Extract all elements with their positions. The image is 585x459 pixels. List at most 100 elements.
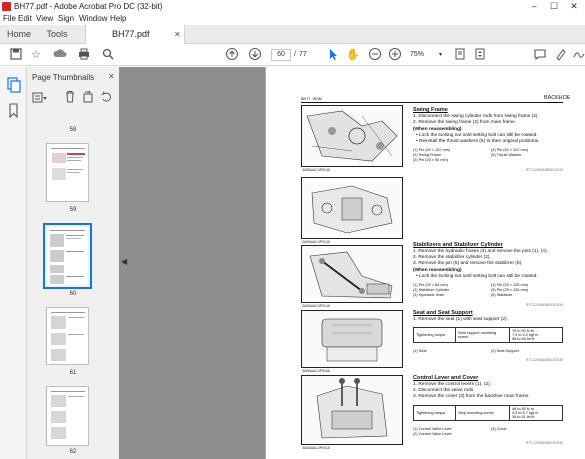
hand-tool-icon[interactable]: ✋ xyxy=(345,47,361,63)
menu-window[interactable]: Window xyxy=(79,13,107,24)
acrobat-app-icon xyxy=(2,2,11,11)
page-up-icon[interactable] xyxy=(224,47,240,63)
highlight-pen-icon[interactable] xyxy=(553,47,569,63)
delete-page-icon[interactable] xyxy=(64,90,76,103)
figure-seat xyxy=(301,310,403,368)
comment-icon[interactable] xyxy=(532,47,548,63)
tab-document[interactable]: BH77.pdf ✕ xyxy=(85,25,185,44)
figure-code-1: 3UBAAAC4P013A xyxy=(302,168,330,172)
control-step-1: 1. Remove the control levers (1), (2). xyxy=(413,382,492,387)
page-thumbnail-59[interactable] xyxy=(46,143,89,202)
thumbnails-panel: Page Thumbnails ✕ 58 59 60 61 62 xyxy=(27,67,145,459)
sign-icon[interactable] xyxy=(571,47,585,63)
figure-swing-frame-1 xyxy=(301,105,403,167)
swing-note-2: • Reinstall the thrust washers (5) to th… xyxy=(416,139,540,144)
panel-controls xyxy=(27,89,119,107)
figure-code-4: 3UBAAAC4P016A xyxy=(302,369,330,373)
thumb-label-58: 58 xyxy=(69,127,77,133)
tab-home[interactable]: Home xyxy=(0,25,38,44)
control-torque-label: Tightening torque xyxy=(413,405,456,421)
window-title: BH77.pdf - Adobe Acrobat Pro DC (32-bit) xyxy=(14,2,163,11)
page-number-input[interactable]: 60 xyxy=(271,49,291,61)
swing-ref-code: RTC1205484882010033 xyxy=(525,168,563,172)
panel-header: Page Thumbnails ✕ xyxy=(27,67,119,89)
upload-cloud-icon[interactable] xyxy=(52,47,68,63)
thumb-label-61: 61 xyxy=(69,370,77,376)
seat-ref-code: RTC1205484882010035 xyxy=(525,358,563,362)
thumb-label-62: 62 xyxy=(69,449,77,455)
maximize-icon[interactable]: ☐ xyxy=(544,0,564,13)
select-cursor-icon[interactable] xyxy=(325,47,341,63)
zoom-in-icon[interactable] xyxy=(387,47,403,63)
close-icon[interactable]: ✕ xyxy=(564,0,584,13)
bookmark-star-icon[interactable]: ☆ xyxy=(28,47,44,63)
thumb-label-59: 59 xyxy=(69,207,77,213)
control-step-3: 3. Remove the cover (3) from the backhoe… xyxy=(413,394,530,399)
menu-file[interactable]: File xyxy=(3,13,16,24)
tab-bar: Home Tools BH77.pdf ✕ xyxy=(0,25,585,44)
rotate-page-icon[interactable] xyxy=(82,90,94,103)
control-torque-item: Step mounting screw xyxy=(455,405,510,421)
control-torque-values: 48 to 55 N·m 4.9 to 5.7 kgf·m 36 to 41 l… xyxy=(509,405,563,421)
bookmarks-icon[interactable] xyxy=(7,103,20,119)
left-nav-rail xyxy=(0,67,27,459)
section-control-title: Control Lever and Cover xyxy=(413,375,479,381)
seat-torque-table: Tightening torque Seat support mounting … xyxy=(413,327,563,343)
undo-icon[interactable] xyxy=(100,90,112,103)
stabilizer-step-3: 3. Remove the pin (5) and remove the sta… xyxy=(413,261,523,266)
zoom-out-icon[interactable] xyxy=(367,47,383,63)
swing-legend-2b: (5) Thrust Washer xyxy=(491,153,522,157)
stabilizer-ref-code: RTC1205484882010034 xyxy=(525,303,563,307)
control-legend-1b: (3) Cover xyxy=(491,427,507,431)
page-thumbnail-60-selected[interactable] xyxy=(43,223,92,289)
menu-edit[interactable]: Edit xyxy=(18,13,32,24)
seat-torque-label: Tightening torque xyxy=(413,327,456,343)
control-torque-lbf: 36 to 41 lbf·ft xyxy=(512,415,535,419)
page-total: 77 xyxy=(299,51,307,58)
control-legend-2a: (2) Control Valve Lever xyxy=(413,432,452,436)
stabilizer-legend-3b: (6) Stabilizer xyxy=(491,293,513,297)
collapse-panel-arrow-icon[interactable]: ◀ xyxy=(121,257,127,266)
swing-step-2: 2. Remove the swing frame (2) from main … xyxy=(413,120,517,125)
section-swing-title: Swing Frame xyxy=(413,107,448,113)
menu-help[interactable]: Help xyxy=(110,13,126,24)
tab-tools[interactable]: Tools xyxy=(38,25,76,44)
page-thumbnail-62[interactable] xyxy=(46,386,89,446)
swing-when: (When reassembling) xyxy=(413,127,462,132)
page-separator: / xyxy=(294,51,296,58)
figure-code-5: 3UBAAAC4P041A xyxy=(302,446,330,450)
page-thumbnails-icon[interactable] xyxy=(6,77,21,93)
menu-view[interactable]: View xyxy=(36,13,53,24)
search-icon[interactable] xyxy=(100,47,116,63)
page-fit-icon[interactable] xyxy=(452,47,468,63)
seat-torque-values: 78 to 90 N·m 7.9 to 9.2 kgf·m 58 to 66 l… xyxy=(509,327,563,343)
chevron-down-icon: ▾ xyxy=(438,52,442,58)
panel-title: Page Thumbnails xyxy=(32,73,95,82)
stabilizer-when: (When reassembling) xyxy=(413,268,462,273)
thumbnail-options-icon[interactable] xyxy=(32,91,48,103)
page-down-icon[interactable] xyxy=(247,47,263,63)
scroll-mode-icon[interactable] xyxy=(472,47,488,63)
document-gutter: ◀ xyxy=(119,67,265,459)
menu-sign[interactable]: Sign xyxy=(58,13,74,24)
thumb-label-60: 60 xyxy=(69,291,77,297)
figure-stabilizer xyxy=(301,245,403,303)
page-thumbnail-61[interactable] xyxy=(46,307,89,365)
figure-swing-frame-2 xyxy=(301,177,403,239)
panel-close-icon[interactable]: ✕ xyxy=(108,72,115,81)
figure-code-2: 3UBAAAC4P012A xyxy=(302,240,330,244)
menu-bar: File Edit View Sign Window Help xyxy=(0,13,585,25)
pdf-page: BH77, WSM BACKHOE 3UBAAAC4P013A 3UBAAAC4… xyxy=(265,67,585,459)
header-rule xyxy=(301,102,563,103)
save-icon[interactable] xyxy=(8,47,24,63)
seat-legend-1b: (2) Seat Support xyxy=(491,349,519,353)
seat-torque-lbf: 58 to 66 lbf·ft xyxy=(512,337,535,341)
figure-control-lever xyxy=(301,375,403,445)
zoom-dropdown[interactable]: 75% ▾ xyxy=(410,49,444,61)
tab-document-label: BH77.pdf xyxy=(112,29,150,39)
seat-torque-item: Seat support mounting screw xyxy=(455,327,510,343)
tab-close-icon[interactable]: ✕ xyxy=(174,25,181,44)
doc-header-right: BACKHOE xyxy=(544,95,571,101)
minimize-icon[interactable]: – xyxy=(524,0,544,13)
print-icon[interactable] xyxy=(76,47,92,63)
